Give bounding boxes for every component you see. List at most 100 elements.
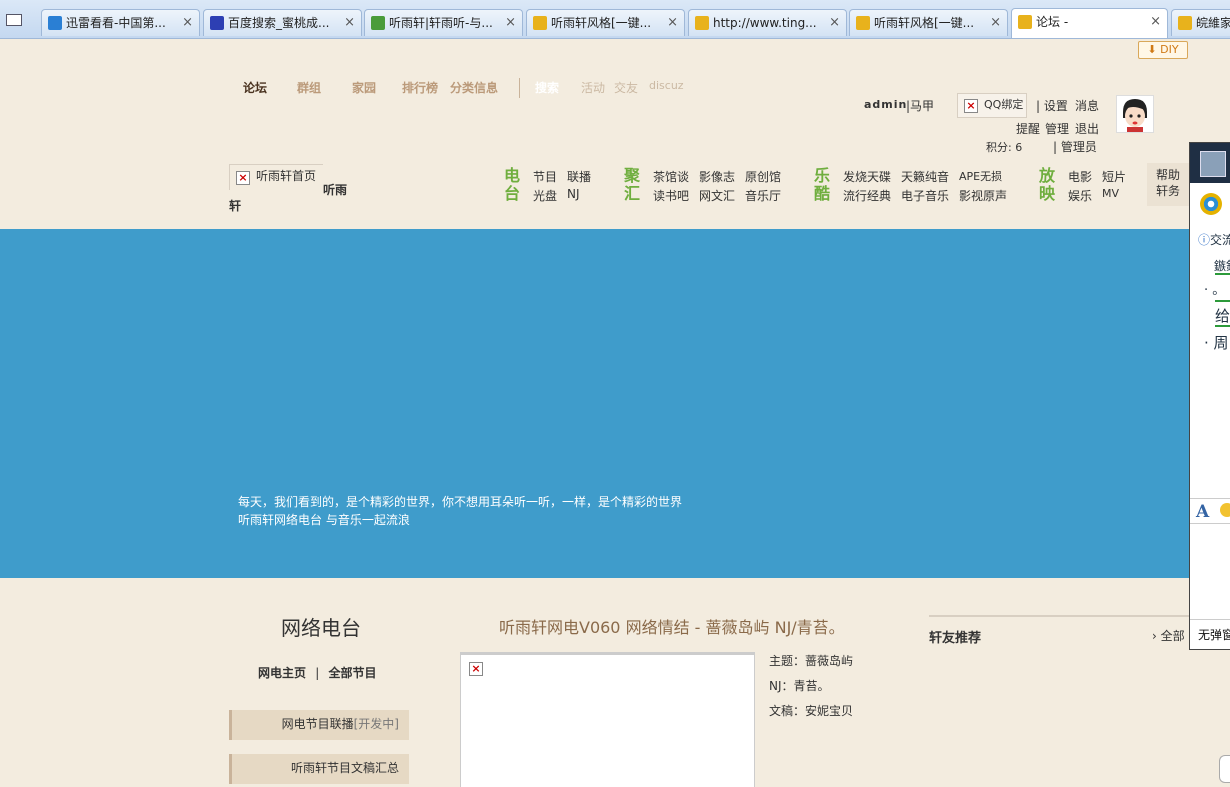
nav-classified[interactable]: 分类信息	[450, 79, 498, 96]
chat-panel[interactable]: ⓘ交流 鏃鎖 · 。 给 · 周 A 无弹窗	[1189, 142, 1230, 650]
qq-bind-button[interactable]: × QQ绑定	[957, 93, 1027, 118]
radio-links-separator: |	[315, 666, 320, 680]
radio-player[interactable]: ×	[460, 652, 755, 787]
close-tab-icon[interactable]: ×	[667, 10, 678, 36]
discuz-cat-icon	[856, 16, 870, 30]
nav-activity[interactable]: 活动	[581, 79, 605, 96]
refresh-page-icon	[371, 16, 385, 30]
discuz-cat-icon	[695, 16, 709, 30]
radio-relay-label: 网电节目联播	[281, 717, 354, 731]
category-item[interactable]: 影像志	[699, 168, 735, 185]
browser-tab[interactable]: 迅雷看看-中国第... ×	[41, 9, 200, 36]
home-link-label: 听雨轩首页	[256, 169, 317, 183]
category-item[interactable]: 电子音乐	[901, 187, 949, 204]
close-tab-icon[interactable]: ×	[990, 10, 1001, 36]
category-radio-title[interactable]: 电台	[504, 167, 522, 203]
chat-line: · 。	[1204, 283, 1226, 298]
category-item[interactable]: 节目	[533, 168, 557, 185]
browser-tab-bar: 迅雷看看-中国第... × 百度搜索_蜜桃成... × 听雨轩|轩雨听-与... × 听雨轩…	[0, 0, 1230, 39]
track-writer: 文稿：安妮宝贝	[769, 704, 854, 718]
avatar-cartoon-icon	[1123, 99, 1147, 132]
category-item[interactable]: 电影	[1068, 168, 1092, 185]
reminders-link[interactable]: 提醒	[1016, 120, 1040, 137]
username[interactable]: admin	[864, 98, 907, 111]
discuz-cat-icon	[1178, 16, 1192, 30]
close-tab-icon[interactable]: ×	[1150, 9, 1161, 35]
nav-divider	[519, 78, 520, 98]
radio-relay-tag: [开发中]	[353, 717, 399, 731]
close-tab-icon[interactable]: ×	[344, 10, 355, 36]
baidu-paw-icon	[210, 16, 224, 30]
browser-tab[interactable]: 皖維家	[1171, 9, 1230, 36]
manage-link[interactable]: 管理	[1045, 120, 1069, 137]
category-item[interactable]: MV	[1102, 187, 1119, 200]
browser-tab[interactable]: 听雨轩|轩雨听-与... ×	[364, 9, 523, 36]
browser-tab[interactable]: http://www.ting... ×	[688, 9, 847, 36]
messages-link[interactable]: 消息	[1075, 97, 1099, 114]
emoji-icon[interactable]	[1220, 503, 1230, 517]
category-collection-title[interactable]: 聚汇	[624, 167, 642, 203]
category-item[interactable]: APE无损	[959, 168, 1002, 184]
radio-relay-button[interactable]: 网电节目联播[开发中]	[229, 710, 409, 740]
role-link[interactable]: | 管理员	[1053, 138, 1097, 155]
nav-forum[interactable]: 论坛	[243, 79, 267, 96]
home-link[interactable]: × 听雨轩首页	[229, 164, 323, 190]
radio-links: 网电主页 | 全部节目	[258, 664, 376, 681]
browser-tab[interactable]: 论坛 - ×	[1011, 8, 1168, 38]
chat-label: 交流	[1210, 233, 1230, 247]
radio-home-link[interactable]: 网电主页	[258, 666, 306, 680]
browser-tab[interactable]: 听雨轩风格[一键... ×	[849, 9, 1008, 36]
category-item[interactable]: 原创馆	[745, 168, 781, 185]
nav-home[interactable]: 家园	[352, 79, 376, 96]
font-style-icon[interactable]: A	[1196, 502, 1209, 522]
nav-groups[interactable]: 群组	[297, 79, 321, 96]
nav-dating[interactable]: 交友	[614, 79, 638, 96]
category-item[interactable]: 茶馆谈	[653, 168, 689, 185]
logout-link[interactable]: 退出	[1075, 120, 1099, 137]
category-item[interactable]: 联播	[567, 168, 591, 185]
close-tab-icon[interactable]: ×	[182, 10, 193, 36]
category-item[interactable]: NJ	[567, 187, 580, 201]
radio-scripts-button[interactable]: 听雨轩节目文稿汇总	[229, 754, 409, 784]
browser-tab[interactable]: 百度搜索_蜜桃成... ×	[203, 9, 362, 36]
affairs-link[interactable]: 轩务	[1147, 183, 1189, 199]
nickname[interactable]: |马甲	[906, 97, 934, 114]
friends-all-label: 全部	[1160, 629, 1185, 643]
side-float-button[interactable]	[1219, 755, 1230, 783]
browser-tab-title: 听雨轩风格[一键...	[874, 16, 975, 30]
help-link[interactable]: 帮助	[1147, 167, 1189, 183]
browser-tab[interactable]: 听雨轩风格[一键... ×	[526, 9, 685, 36]
no-popup-toggle[interactable]: 无弹窗	[1190, 619, 1230, 649]
settings-link[interactable]: | 设置	[1036, 97, 1068, 114]
category-item[interactable]: 光盘	[533, 187, 557, 204]
chat-header	[1190, 143, 1230, 183]
info-icon: ⓘ	[1198, 233, 1211, 247]
nav-ranking[interactable]: 排行榜	[402, 79, 438, 96]
category-item[interactable]: 音乐厅	[745, 187, 781, 204]
category-item[interactable]: 网文汇	[699, 187, 735, 204]
nav-search[interactable]: 搜索	[535, 79, 559, 96]
category-music-title[interactable]: 乐酷	[814, 167, 832, 203]
diy-button[interactable]: ⬇ DIY	[1138, 41, 1188, 59]
browser-tab-title: 听雨轩|轩雨听-与...	[389, 16, 493, 30]
chat-line-text: 周	[1213, 334, 1229, 352]
radio-all-link[interactable]: 全部节目	[328, 666, 376, 680]
track-nj: NJ：青苔。	[769, 679, 830, 693]
category-item[interactable]: 流行经典	[843, 187, 891, 204]
category-item[interactable]: 读书吧	[653, 187, 689, 204]
chat-user-photo[interactable]	[1200, 151, 1226, 177]
category-item[interactable]: 短片	[1102, 168, 1126, 185]
category-item[interactable]: 娱乐	[1068, 187, 1092, 204]
category-item[interactable]: 天籁纯音	[901, 168, 949, 185]
category-item[interactable]: 影视原声	[959, 187, 1007, 204]
friends-all-link[interactable]: › 全部	[1152, 627, 1185, 644]
category-item[interactable]: 发烧天碟	[843, 168, 891, 185]
site-name-b: 轩	[229, 199, 242, 213]
avatar[interactable]	[1116, 95, 1154, 133]
close-tab-icon[interactable]: ×	[505, 10, 516, 36]
discuz-cat-icon	[533, 16, 547, 30]
close-tab-icon[interactable]: ×	[829, 10, 840, 36]
category-film-title[interactable]: 放映	[1039, 167, 1057, 203]
window-menu-icon[interactable]	[6, 14, 22, 26]
nav-discuz[interactable]: discuz	[649, 79, 684, 92]
